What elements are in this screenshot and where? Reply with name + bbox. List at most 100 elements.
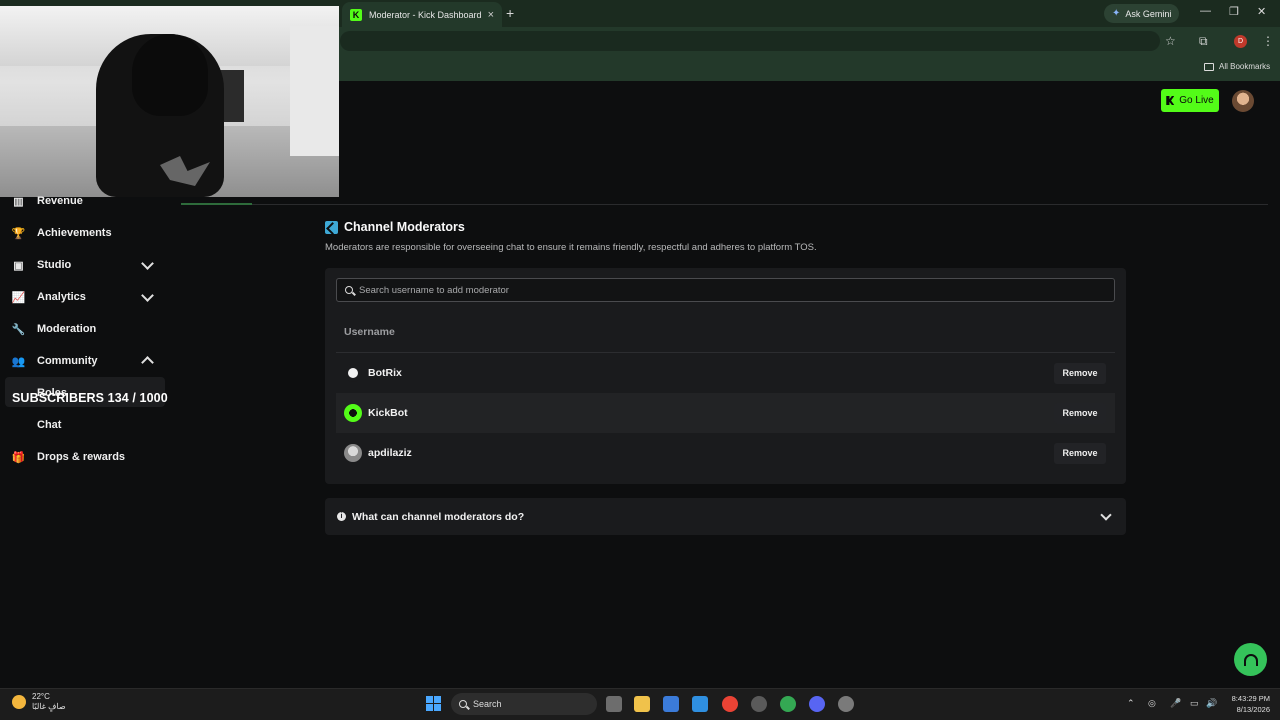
weather-widget[interactable]: 22°C صافٍ غالبًا bbox=[12, 692, 66, 712]
analytics-icon: 📈 bbox=[11, 291, 26, 304]
chevron-up-icon[interactable]: ⌃ bbox=[1127, 698, 1135, 709]
remove-button[interactable]: Remove bbox=[1054, 402, 1106, 424]
search-input[interactable] bbox=[359, 284, 1114, 296]
sidebar-item-studio[interactable]: ▣ Studio bbox=[12, 255, 71, 275]
support-button[interactable] bbox=[1234, 643, 1267, 676]
menu-dots-icon[interactable]: ⋮ bbox=[1262, 34, 1274, 48]
wrench-icon: 🔧 bbox=[11, 323, 26, 336]
store-icon[interactable] bbox=[663, 696, 679, 712]
minimize-icon[interactable]: — bbox=[1200, 5, 1211, 17]
browser-tab[interactable]: K Moderator - Kick Dashboard × bbox=[342, 2, 502, 27]
settings-icon[interactable] bbox=[838, 696, 854, 712]
username-column-header: Username bbox=[344, 326, 395, 338]
chevron-down-icon[interactable] bbox=[141, 289, 154, 302]
moderator-faq-accordion[interactable]: i What can channel moderators do? bbox=[325, 498, 1126, 535]
search-icon bbox=[459, 700, 467, 708]
moderator-row: apdilaziz Remove bbox=[336, 433, 1115, 473]
go-live-label: Go Live bbox=[1179, 95, 1214, 106]
search-moderator-field[interactable] bbox=[336, 278, 1115, 302]
page-description: Moderators are responsible for overseein… bbox=[325, 242, 817, 253]
sidebar-subitem-chat[interactable]: Chat bbox=[37, 419, 61, 431]
taskbar-search-label: Search bbox=[473, 699, 502, 709]
sidebar-item-achievements[interactable]: 🏆 Achievements bbox=[12, 223, 112, 243]
sidebar-item-drops-rewards[interactable]: 🎁 Drops & rewards bbox=[12, 447, 125, 467]
close-tab-icon[interactable]: × bbox=[488, 9, 494, 21]
sidebar-item-analytics[interactable]: 📈 Analytics bbox=[12, 287, 86, 307]
weather-description: صافٍ غالبًا bbox=[32, 702, 66, 711]
kick-logo-icon bbox=[1166, 96, 1175, 105]
tab-divider bbox=[181, 204, 1268, 205]
tray-app-icon[interactable]: ◎ bbox=[1148, 698, 1156, 709]
all-bookmarks-label: All Bookmarks bbox=[1219, 62, 1271, 71]
sidebar-item-moderation[interactable]: 🔧 Moderation bbox=[11, 319, 97, 339]
temperature: 22°C bbox=[32, 692, 50, 701]
app-icon[interactable] bbox=[751, 696, 767, 712]
clock-date: 8/13/2026 bbox=[1236, 705, 1270, 714]
apdilaziz-avatar bbox=[344, 444, 362, 462]
ask-gemini-button[interactable]: ✦ Ask Gemini bbox=[1104, 4, 1180, 23]
ask-gemini-label: Ask Gemini bbox=[1125, 8, 1172, 19]
microphone-icon[interactable]: 🎤 bbox=[1170, 698, 1181, 709]
sidebar-item-label: Analytics bbox=[37, 291, 86, 303]
page-title-text: Channel Moderators bbox=[344, 220, 465, 234]
extensions-icon[interactable]: ⧉ bbox=[1199, 34, 1208, 49]
botrix-avatar bbox=[344, 364, 362, 382]
bookmark-star-icon[interactable]: ☆ bbox=[1165, 34, 1176, 48]
file-explorer-icon[interactable] bbox=[634, 696, 650, 712]
volume-icon[interactable]: 🔊 bbox=[1206, 698, 1217, 709]
address-bar[interactable] bbox=[340, 31, 1160, 51]
system-clock[interactable]: 8:43:29 PM 8/13/2026 bbox=[1222, 693, 1270, 715]
all-bookmarks-button[interactable]: All Bookmarks bbox=[1204, 62, 1270, 71]
page-title: Channel Moderators bbox=[325, 220, 465, 234]
trophy-icon: 🏆 bbox=[11, 227, 26, 240]
chevron-up-icon[interactable] bbox=[141, 356, 154, 369]
moderator-row: BotRix Remove bbox=[336, 353, 1115, 393]
sidebar-item-label: Drops & rewards bbox=[37, 451, 126, 463]
sidebar-item-community[interactable]: 👥 Community bbox=[12, 351, 98, 371]
folder-icon bbox=[1204, 62, 1214, 71]
go-live-button[interactable]: Go Live bbox=[1161, 89, 1219, 112]
bar-chart-icon: ▥ bbox=[13, 195, 24, 208]
clock-time: 8:43:29 PM bbox=[1231, 694, 1270, 703]
profile-avatar[interactable]: D bbox=[1234, 35, 1247, 48]
gemini-sparkle-icon: ✦ bbox=[1112, 8, 1121, 19]
chevron-down-icon[interactable] bbox=[141, 257, 154, 270]
discord-icon[interactable] bbox=[809, 696, 825, 712]
sidebar-item-label: Studio bbox=[37, 259, 72, 271]
app-icon[interactable] bbox=[692, 696, 708, 712]
moderator-name: BotRix bbox=[368, 367, 402, 379]
remove-button[interactable]: Remove bbox=[1054, 442, 1106, 464]
info-icon: i bbox=[337, 512, 346, 521]
task-view-icon[interactable] bbox=[606, 696, 622, 712]
webcam-overlay bbox=[0, 6, 339, 197]
kick-favicon-icon: K bbox=[350, 8, 362, 21]
faq-label: What can channel moderators do? bbox=[352, 510, 525, 523]
search-icon bbox=[345, 286, 353, 294]
new-tab-button[interactable]: + bbox=[506, 5, 514, 21]
headset-icon bbox=[1243, 653, 1258, 666]
remove-button[interactable]: Remove bbox=[1054, 362, 1106, 384]
tab-title: Moderator - Kick Dashboard bbox=[369, 9, 481, 20]
moderator-name: KickBot bbox=[368, 407, 408, 419]
people-icon: 👥 bbox=[11, 355, 26, 368]
moderator-row: KickBot Remove bbox=[336, 393, 1115, 433]
chrome-icon[interactable] bbox=[722, 696, 738, 712]
sidebar-item-label: Community bbox=[37, 355, 98, 367]
restore-icon[interactable]: ❐ bbox=[1229, 5, 1239, 18]
studio-icon: ▣ bbox=[13, 259, 24, 272]
windows-start-icon[interactable] bbox=[426, 696, 441, 711]
moderator-name: apdilaziz bbox=[368, 447, 412, 459]
gift-icon: 🎁 bbox=[11, 451, 26, 464]
taskbar-search[interactable]: Search bbox=[451, 693, 597, 715]
chevron-down-icon bbox=[1100, 508, 1112, 521]
user-avatar[interactable] bbox=[1232, 90, 1254, 112]
sidebar-item-label: Moderation bbox=[37, 323, 97, 335]
sidebar-item-revenue[interactable]: ▥ Revenue bbox=[12, 191, 83, 211]
active-tab-indicator bbox=[181, 203, 252, 205]
weather-sun-icon bbox=[12, 695, 26, 709]
close-window-icon[interactable]: ✕ bbox=[1257, 5, 1266, 18]
chrome-icon[interactable] bbox=[780, 696, 796, 712]
network-icon[interactable]: ▭ bbox=[1190, 698, 1199, 709]
moderator-sword-icon bbox=[325, 220, 338, 234]
sidebar-item-label: Achievements bbox=[37, 227, 112, 239]
